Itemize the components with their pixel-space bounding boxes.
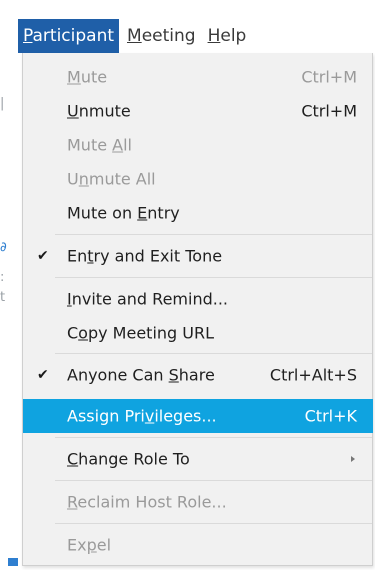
menu-separator <box>55 353 372 354</box>
background-window-edge: ∂ <box>0 240 7 255</box>
menu-item-mute-all[interactable]: Mute All <box>23 128 373 162</box>
menu-item-expel[interactable]: Expel <box>23 528 373 562</box>
menu-item-reclaim-host-role[interactable]: Reclaim Host Role... <box>23 485 373 519</box>
screen: | ∂ : t Participant Meeting Help Mute Ct… <box>0 0 375 570</box>
menu-item-label: Unmute <box>67 101 131 121</box>
menu-meeting-label: Meeting <box>127 26 196 46</box>
menu-separator <box>55 234 372 235</box>
menu-item-change-role-to[interactable]: Change Role To <box>23 442 373 476</box>
menu-item-label: Reclaim Host Role... <box>67 492 227 512</box>
menu-item-label: Mute All <box>67 135 132 155</box>
menu-item-entry-exit-tone[interactable]: ✔ Entry and Exit Tone <box>23 239 373 273</box>
menu-item-label: Anyone Can Share <box>67 365 215 385</box>
menu-item-mute-on-entry[interactable]: Mute on Entry <box>23 196 373 230</box>
menu-item-invite-remind[interactable]: Invite and Remind... <box>23 282 373 316</box>
menu-separator <box>55 523 372 524</box>
menu-item-label: Assign Privileges... <box>67 406 217 426</box>
checkmark-icon: ✔ <box>37 367 49 383</box>
menu-item-shortcut: Ctrl+M <box>301 67 357 87</box>
menu-item-label: Unmute All <box>67 169 156 189</box>
menu-item-shortcut: Ctrl+Alt+S <box>269 365 357 385</box>
menu-item-anyone-can-share[interactable]: ✔ Anyone Can Share Ctrl+Alt+S <box>23 358 373 392</box>
submenu-arrow-icon <box>351 456 355 462</box>
menu-separator <box>55 277 372 278</box>
menu-help-label: Help <box>207 26 247 46</box>
menu-meeting[interactable]: Meeting <box>123 19 200 53</box>
menu-separator <box>55 437 372 438</box>
menu-item-label: Mute <box>67 67 108 87</box>
menu-participant-label: Participant <box>23 26 115 46</box>
checkmark-icon: ✔ <box>37 248 49 264</box>
menu-item-assign-privileges[interactable]: Assign Privileges... Ctrl+K <box>23 399 373 433</box>
menu-item-copy-meeting-url[interactable]: Copy Meeting URL <box>23 316 373 350</box>
background-window-edge: : <box>0 270 5 285</box>
menu-item-label: Expel <box>67 535 112 555</box>
menu-bar: Participant Meeting Help <box>8 19 368 53</box>
menu-separator <box>55 480 372 481</box>
menu-item-mute[interactable]: Mute Ctrl+M <box>23 60 373 94</box>
menu-item-shortcut: Ctrl+K <box>304 406 357 426</box>
menu-item-label: Copy Meeting URL <box>67 323 215 343</box>
background-window-edge: t <box>0 290 6 305</box>
menu-item-label: Change Role To <box>67 449 190 469</box>
menu-participant[interactable]: Participant <box>18 19 120 53</box>
menu-item-label: Entry and Exit Tone <box>67 246 223 266</box>
menu-item-label: Mute on Entry <box>67 203 180 223</box>
menu-help[interactable]: Help <box>204 19 251 53</box>
menu-item-label: Invite and Remind... <box>67 289 228 309</box>
background-window-edge: | <box>0 96 5 111</box>
participant-dropdown-menu: Mute Ctrl+M Unmute Ctrl+M Mute All Unmut… <box>22 53 373 566</box>
menu-item-unmute-all[interactable]: Unmute All <box>23 162 373 196</box>
menu-item-unmute[interactable]: Unmute Ctrl+M <box>23 94 373 128</box>
menu-item-shortcut: Ctrl+M <box>301 101 357 121</box>
